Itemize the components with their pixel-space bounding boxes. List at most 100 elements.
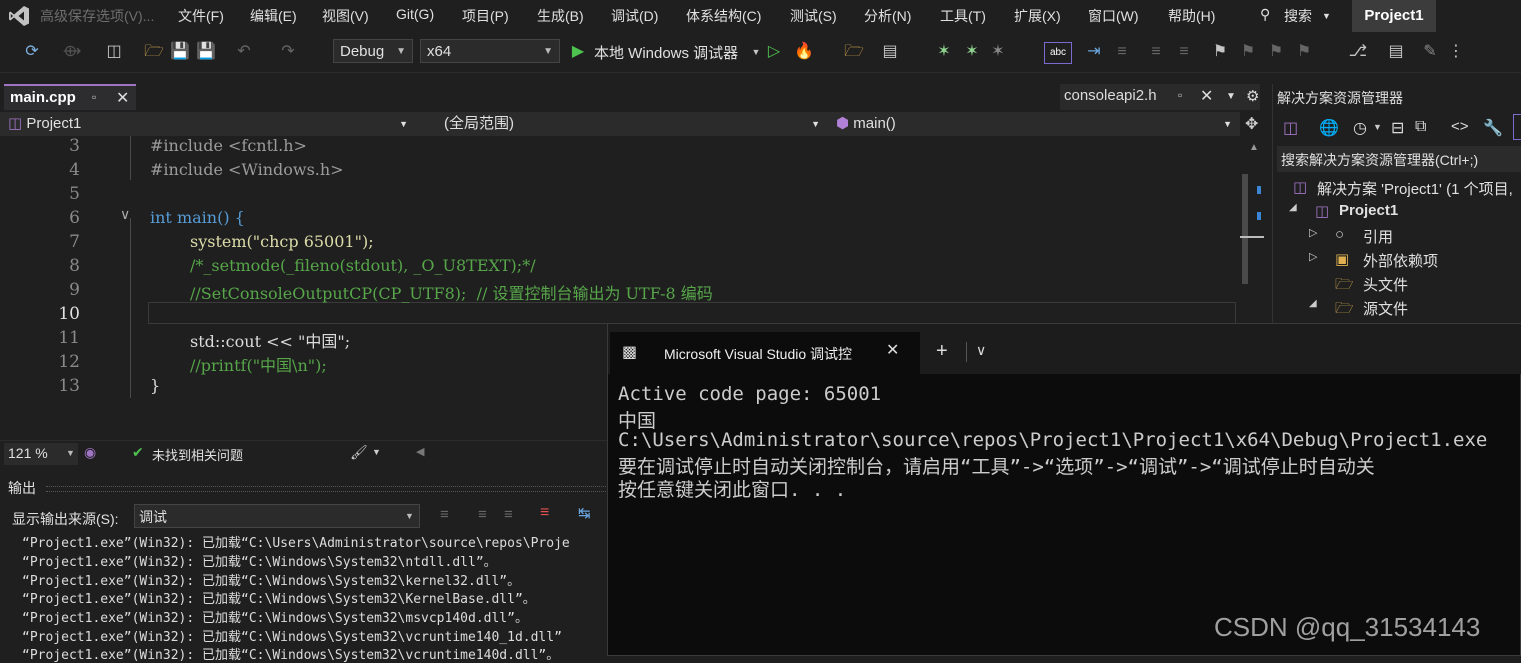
window-layout-icon[interactable]: ▤ <box>880 42 900 62</box>
tree-references[interactable]: 引用 <box>1363 226 1393 247</box>
tab-consoleapi2-h[interactable]: consoleapi2.h ▫ ✕ ▼ ⚙ <box>1060 84 1260 110</box>
clear-all-icon[interactable]: ≡ <box>540 504 549 522</box>
comment-icon[interactable]: ≡ <box>1112 42 1132 62</box>
menu-help[interactable]: 帮助(H) <box>1168 6 1215 26</box>
prev-message-icon[interactable]: ≡ <box>478 506 487 523</box>
start-debugging-icon[interactable]: ▶ <box>568 42 588 62</box>
solution-search-input[interactable]: 搜索解决方案资源管理器(Ctrl+;) <box>1277 146 1521 172</box>
solution-folder-icon[interactable]: 🗁 <box>844 42 864 62</box>
menu-debug[interactable]: 调试(D) <box>611 6 658 26</box>
expand-icon[interactable]: ◢ <box>1289 202 1297 213</box>
new-tab-icon[interactable]: + <box>936 340 948 363</box>
git-branch-icon[interactable]: ⎇ <box>1348 42 1368 62</box>
chevron-down-icon[interactable]: ▼ <box>1322 11 1331 21</box>
start-without-debugging-icon[interactable]: ▷ <box>764 42 784 62</box>
search-icon[interactable]: ⚲ <box>1260 6 1270 23</box>
globe-icon[interactable]: 🌐 <box>1319 118 1339 138</box>
panel-grip[interactable] <box>46 486 606 492</box>
debug-console-window[interactable]: ▩ Microsoft Visual Studio 调试控 ✕ + ∨ Acti… <box>607 323 1521 656</box>
scroll-thumb[interactable] <box>1242 174 1248 284</box>
pin-icon[interactable]: ▫ <box>1178 88 1182 102</box>
configuration-select[interactable]: Debug ▼ <box>333 39 413 63</box>
scroll-up-icon[interactable]: ▲ <box>1249 142 1259 153</box>
history-icon[interactable]: ◷ <box>1353 118 1367 138</box>
menu-extensions[interactable]: 扩展(X) <box>1014 6 1061 26</box>
chevron-down-icon[interactable]: ∨ <box>976 342 986 359</box>
tree-header-files[interactable]: 头文件 <box>1363 274 1408 295</box>
scope-nav-select[interactable]: (全局范围) ▼ <box>444 112 824 136</box>
redo-icon[interactable]: ↷ <box>278 42 298 62</box>
expand-icon[interactable]: ▷ <box>1309 226 1317 239</box>
code-view-icon[interactable]: <> <box>1451 118 1469 135</box>
save-all-icon[interactable]: 💾 <box>196 42 216 62</box>
split-editor-icon[interactable]: ✥ <box>1245 114 1258 134</box>
navigate-forward-icon[interactable]: ⟴ <box>62 42 82 62</box>
bookmark-icon[interactable]: ✶ <box>934 42 954 62</box>
start-debugging-button[interactable]: 本地 Windows 调试器 <box>594 42 738 63</box>
menu-window[interactable]: 窗口(W) <box>1088 6 1139 26</box>
tab-list-icon[interactable]: ▼ <box>1226 91 1236 102</box>
copilot-icon[interactable]: ◉ <box>84 444 96 461</box>
new-project-icon[interactable]: ◫ <box>104 42 124 62</box>
next-bookmark-icon[interactable]: ✶ <box>962 42 982 62</box>
tree-solution[interactable]: 解决方案 'Project1' (1 个项目, <box>1317 178 1513 199</box>
menu-git[interactable]: Git(G) <box>396 6 434 22</box>
menu-project[interactable]: 项目(P) <box>462 6 509 26</box>
zoom-select[interactable]: 121 % ▼ <box>4 443 78 465</box>
platform-select[interactable]: x64 ▼ <box>420 39 560 63</box>
expand-icon[interactable]: ◢ <box>1309 298 1317 309</box>
search-button[interactable]: 搜索 <box>1284 6 1312 26</box>
prev-bookmark-icon[interactable]: ✶ <box>988 42 1008 62</box>
indent-icon[interactable]: ⇥ <box>1084 42 1104 62</box>
vs-switch-views-icon[interactable]: ◫ <box>1283 118 1298 138</box>
properties-wrench-icon[interactable]: 🔧 <box>1483 118 1503 138</box>
menu-architecture[interactable]: 体系结构(C) <box>686 6 761 26</box>
project-nav-select[interactable]: ◫ Project1 ▼ <box>8 112 412 136</box>
open-folder-icon[interactable]: 🗁 <box>144 42 164 62</box>
collapse-all-icon[interactable]: ⊟ <box>1391 118 1404 138</box>
tree-external-deps[interactable]: 外部依赖项 <box>1363 250 1438 271</box>
issues-status[interactable]: 未找到相关问题 <box>152 445 243 464</box>
show-all-files-icon[interactable]: ⧉ <box>1415 118 1426 136</box>
find-message-icon[interactable]: ≡ <box>440 506 449 523</box>
bookmark-clear-icon[interactable]: ⚑ <box>1294 42 1314 62</box>
next-message-icon[interactable]: ≡ <box>504 506 513 523</box>
toolbar-overflow-icon[interactable]: ⋮ <box>1446 42 1466 62</box>
collapse-icon[interactable]: ∨ <box>120 206 130 223</box>
menu-edit[interactable]: 编辑(E) <box>250 6 297 26</box>
tree-project[interactable]: Project1 <box>1339 202 1398 219</box>
chevron-down-icon[interactable]: ▼ <box>372 447 381 457</box>
menu-test[interactable]: 测试(S) <box>790 6 837 26</box>
save-icon[interactable]: 💾 <box>170 42 190 62</box>
member-nav-select[interactable]: ⬢ main() ▼ <box>836 112 1236 136</box>
menu-build[interactable]: 生成(B) <box>537 6 584 26</box>
brush-icon[interactable]: 🖌 <box>350 444 368 461</box>
bookmark-prev-icon[interactable]: ⚑ <box>1238 42 1258 62</box>
preview-toggle[interactable] <box>1513 114 1521 140</box>
menu-analyze[interactable]: 分析(N) <box>864 6 911 26</box>
close-icon[interactable]: ✕ <box>116 88 129 108</box>
expand-icon[interactable]: ▷ <box>1309 250 1317 263</box>
hot-reload-icon[interactable]: 🔥 <box>794 42 814 62</box>
chevron-down-icon[interactable]: ▼ <box>746 42 766 62</box>
undo-icon[interactable]: ↶ <box>234 42 254 62</box>
format-icon[interactable]: ≡ <box>1174 42 1194 62</box>
tab-main-cpp[interactable]: main.cpp ▫ ✕ <box>4 84 136 110</box>
console-tab[interactable]: ▩ Microsoft Visual Studio 调试控 ✕ <box>610 332 920 374</box>
feedback-icon[interactable]: ✎ <box>1420 42 1440 62</box>
pin-icon[interactable]: ▫ <box>92 90 96 104</box>
close-icon[interactable]: ✕ <box>1200 86 1213 106</box>
spell-check-icon[interactable]: abc <box>1044 42 1072 64</box>
word-wrap-icon[interactable]: ↹ <box>578 504 591 522</box>
close-icon[interactable]: ✕ <box>886 340 899 360</box>
tree-source-files[interactable]: 源文件 <box>1363 298 1408 319</box>
uncomment-icon[interactable]: ≡ <box>1146 42 1166 62</box>
menu-view[interactable]: 视图(V) <box>322 6 369 26</box>
chat-icon[interactable]: ▤ <box>1386 42 1406 62</box>
scroll-left-icon[interactable]: ◀ <box>416 445 424 458</box>
chevron-down-icon[interactable]: ▼ <box>1373 122 1382 132</box>
output-source-select[interactable]: 调试 ▼ <box>134 504 420 528</box>
menu-tools[interactable]: 工具(T) <box>940 6 986 26</box>
gear-icon[interactable]: ⚙ <box>1246 87 1259 105</box>
bookmark-next-icon[interactable]: ⚑ <box>1266 42 1286 62</box>
